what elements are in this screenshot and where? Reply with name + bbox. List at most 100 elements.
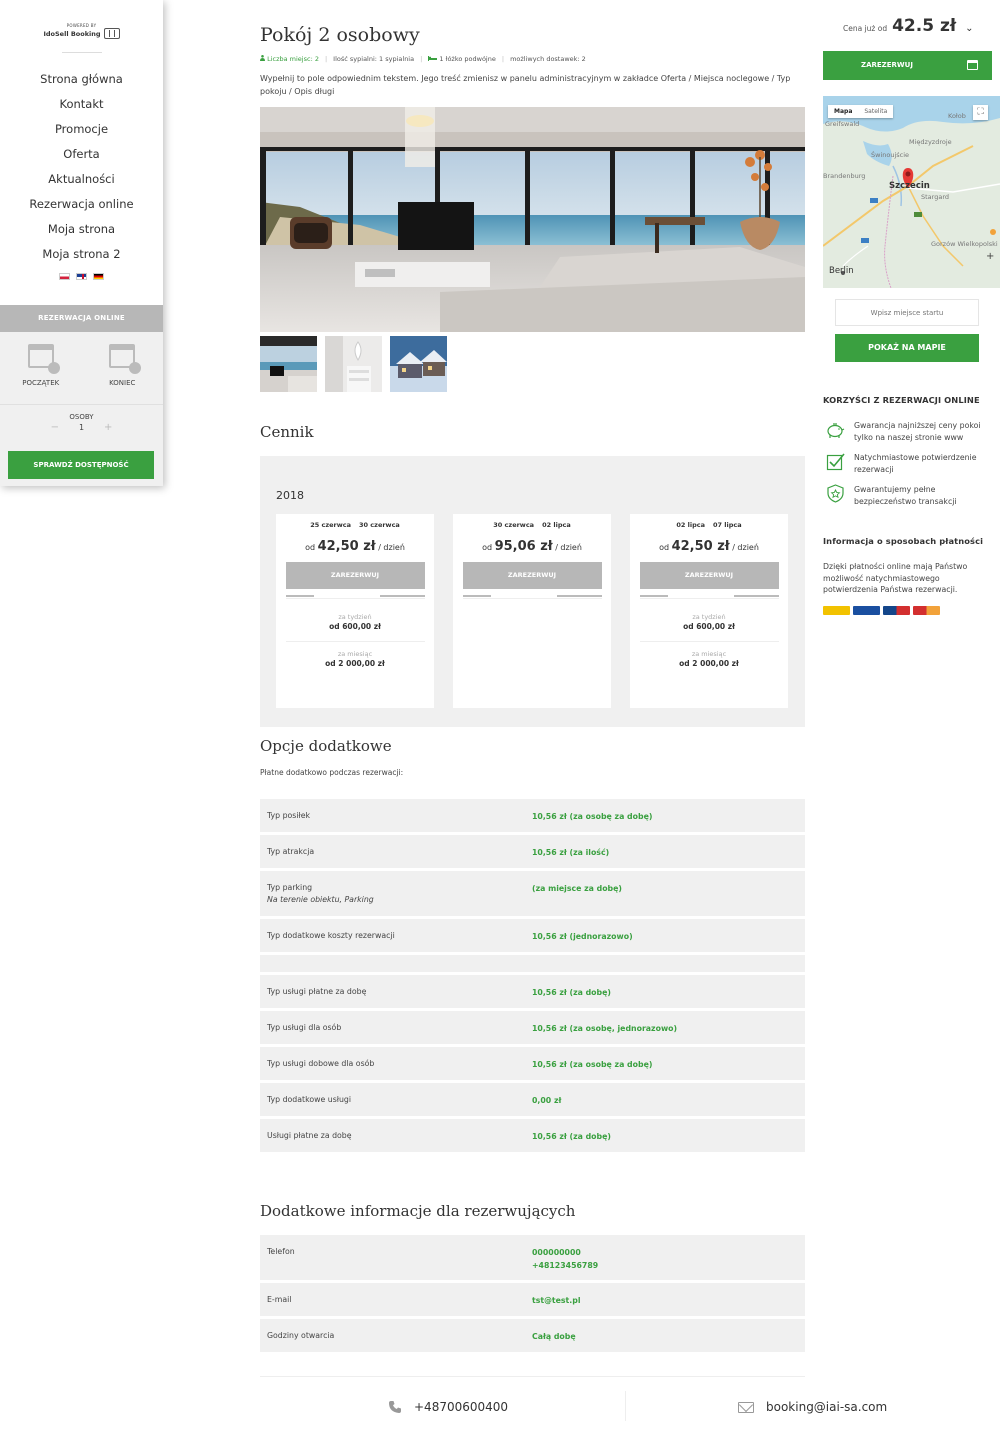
table-row: Telefon 000000000 +48123456789 bbox=[260, 1235, 805, 1280]
table-row bbox=[260, 955, 805, 972]
photo-thumbnail[interactable] bbox=[325, 336, 382, 392]
nav-item-news[interactable]: Aktualności bbox=[0, 167, 163, 192]
price-summary-value: 42.5 zł bbox=[892, 16, 957, 36]
option-name: Typ posiłek bbox=[267, 811, 311, 820]
option-price: 10,56 zł (za osobę, jednorazowo) bbox=[532, 1024, 678, 1033]
date-from: 02 lipca bbox=[676, 521, 705, 529]
nav-item-online-booking[interactable]: Rezerwacja online bbox=[0, 192, 163, 217]
shield-icon bbox=[827, 484, 844, 503]
price-unit: / dzień bbox=[732, 543, 759, 552]
opening-hours-value: Całą dobę bbox=[532, 1332, 576, 1341]
option-price: 10,56 zł (za dobę) bbox=[532, 1132, 611, 1141]
info-table: Telefon 000000000 +48123456789 E-mail tst… bbox=[260, 1235, 805, 1355]
photo-thumbnail[interactable] bbox=[390, 336, 447, 392]
table-row: Typ usługi dla osób 10,56 zł (za osobę, … bbox=[260, 1011, 805, 1044]
show-on-map-button[interactable]: POKAŻ NA MAPIE bbox=[835, 334, 979, 362]
map-mode-satellite[interactable]: Satelita bbox=[858, 105, 893, 118]
info-heading: Dodatkowe informacje dla rezerwujących bbox=[260, 1202, 576, 1220]
footer-phone-text: +48700600400 bbox=[414, 1400, 509, 1414]
reserve-button[interactable]: ZAREZERWUJ bbox=[285, 562, 425, 589]
phone-value-2[interactable]: +48123456789 bbox=[532, 1260, 805, 1273]
option-price bbox=[532, 955, 805, 972]
table-row: Typ dodatkowe usługi 0,00 zł bbox=[260, 1083, 805, 1116]
phone-icon bbox=[389, 1401, 401, 1413]
price-prefix: od bbox=[482, 543, 493, 552]
end-date-picker[interactable]: KONIEC bbox=[82, 332, 164, 404]
nav-item-promotions[interactable]: Promocje bbox=[0, 117, 163, 142]
room-meta: Liczba miejsc: 2 | Ilość sypialni: 1 syp… bbox=[260, 55, 586, 63]
room-beds: 1 łóżko podwójne bbox=[428, 55, 496, 63]
logo-divider bbox=[61, 52, 102, 53]
table-row: Typ usługi płatne za dobę 10,56 zł (za d… bbox=[260, 975, 805, 1008]
option-name: Typ usługi dobowe dla osób bbox=[267, 1059, 375, 1068]
price-value: 42,50 zł bbox=[317, 539, 376, 554]
meta-separator: | bbox=[420, 55, 423, 63]
language-switcher bbox=[0, 273, 163, 280]
nav-item-my-page[interactable]: Moja strona bbox=[0, 217, 163, 242]
map-label: Kołob bbox=[948, 112, 966, 120]
footer-phone[interactable]: +48700600400 bbox=[388, 1400, 508, 1414]
footer-email-text: booking@iai-sa.com bbox=[766, 1400, 888, 1414]
option-name: Usługi płatne za dobę bbox=[267, 1131, 352, 1140]
map-zoom-in-icon[interactable]: + bbox=[986, 251, 994, 262]
footer-email[interactable]: booking@iai-sa.com bbox=[738, 1400, 887, 1414]
map-mode-map[interactable]: Mapa bbox=[828, 105, 858, 118]
flag-en-icon[interactable] bbox=[76, 273, 87, 280]
option-name: Typ atrakcja bbox=[267, 847, 315, 856]
fullscreen-icon[interactable]: ⛶ bbox=[973, 105, 988, 120]
options-heading: Opcje dodatkowe bbox=[260, 737, 392, 755]
flag-pl-icon[interactable] bbox=[59, 273, 70, 280]
map-label: Gorzów Wielkopolski bbox=[931, 240, 998, 248]
person-icon bbox=[260, 55, 265, 61]
room-main-photo[interactable] bbox=[260, 107, 805, 332]
table-row: Typ atrakcja 10,56 zł (za ilość) bbox=[260, 835, 805, 868]
room-photo-illustration bbox=[260, 107, 805, 332]
reserve-button[interactable]: ZAREZERWUJ bbox=[639, 562, 779, 589]
price-prefix: od bbox=[659, 543, 670, 552]
date-from: 30 czerwca bbox=[493, 521, 535, 529]
start-date-picker[interactable]: POCZĄTEK bbox=[0, 332, 82, 404]
pricing-year: 2018 bbox=[276, 489, 304, 502]
book-now-label: ZAREZERWUJ bbox=[861, 61, 913, 69]
nav-item-my-page-2[interactable]: Moja strona 2 bbox=[0, 242, 163, 267]
logo[interactable]: POWERED BY IdoSell Booking bbox=[0, 0, 163, 52]
week-price: za tydzień od 600,00 zł bbox=[276, 613, 434, 631]
benefits-heading: KORZYŚCI Z REZERWACJI ONLINE bbox=[823, 395, 980, 405]
visa-electron-card-icon bbox=[853, 606, 880, 615]
nav-item-contact[interactable]: Kontakt bbox=[0, 92, 163, 117]
price-card-divider bbox=[285, 641, 425, 642]
location-map[interactable]: Greifswald Międzyzdroje Świnoujście Bran… bbox=[823, 96, 1000, 288]
week-price: za tydzień od 600,00 zł bbox=[630, 613, 788, 631]
persons-plus-button[interactable]: + bbox=[104, 422, 112, 433]
map-illustration: Greifswald Międzyzdroje Świnoujście Bran… bbox=[823, 96, 1000, 288]
month-price-label: za miesiąc bbox=[337, 650, 373, 658]
info-name: E-mail bbox=[267, 1295, 292, 1304]
start-location-input[interactable] bbox=[835, 299, 979, 326]
price-card-dates: 02 lipca 07 lipca bbox=[630, 514, 788, 529]
option-price: 10,56 zł (za osobę za dobę) bbox=[532, 1060, 653, 1069]
date-to: 07 lipca bbox=[713, 521, 742, 529]
room-title: Pokój 2 osobowy bbox=[260, 24, 420, 46]
table-row: Typ dodatkowe koszty rezerwacji 10,56 zł… bbox=[260, 919, 805, 952]
price-card-dates: 25 czerwca 30 czerwca bbox=[276, 514, 434, 529]
map-label: Greifswald bbox=[825, 120, 859, 128]
nav-item-home[interactable]: Strona główna bbox=[0, 67, 163, 92]
price-summary[interactable]: Cena już od 42.5 zł ⌄ bbox=[843, 16, 974, 36]
book-now-button[interactable]: ZAREZERWUJ bbox=[823, 51, 992, 80]
photo-thumbnail[interactable] bbox=[260, 336, 317, 392]
price-card: 30 czerwca 02 lipca od 95,06 zł / dzień Z… bbox=[453, 514, 611, 708]
reserve-button[interactable]: ZAREZERWUJ bbox=[462, 562, 602, 589]
nav-item-offer[interactable]: Oferta bbox=[0, 142, 163, 167]
benefit-item: Gwarancja najniższej ceny pokoi tylko na… bbox=[826, 420, 996, 443]
option-name: Typ dodatkowe koszty rezerwacji bbox=[267, 931, 395, 940]
main-nav: Strona główna Kontakt Promocje Oferta Ak… bbox=[0, 67, 163, 267]
phone-value[interactable]: 000000000 bbox=[532, 1247, 805, 1260]
flag-de-icon[interactable] bbox=[93, 273, 104, 280]
persons-minus-button[interactable]: − bbox=[51, 422, 59, 433]
check-availability-button[interactable]: SPRAWDŹ DOSTĘPNOŚĆ bbox=[8, 451, 154, 479]
table-row: Typ posiłek 10,56 zł (za osobę za dobę) bbox=[260, 799, 805, 832]
chevron-down-icon[interactable]: ⌄ bbox=[965, 23, 973, 34]
email-value[interactable]: tst@test.pl bbox=[532, 1283, 805, 1316]
month-price-value: od 2 000,00 zł bbox=[679, 659, 739, 668]
start-date-label: POCZĄTEK bbox=[22, 379, 60, 387]
